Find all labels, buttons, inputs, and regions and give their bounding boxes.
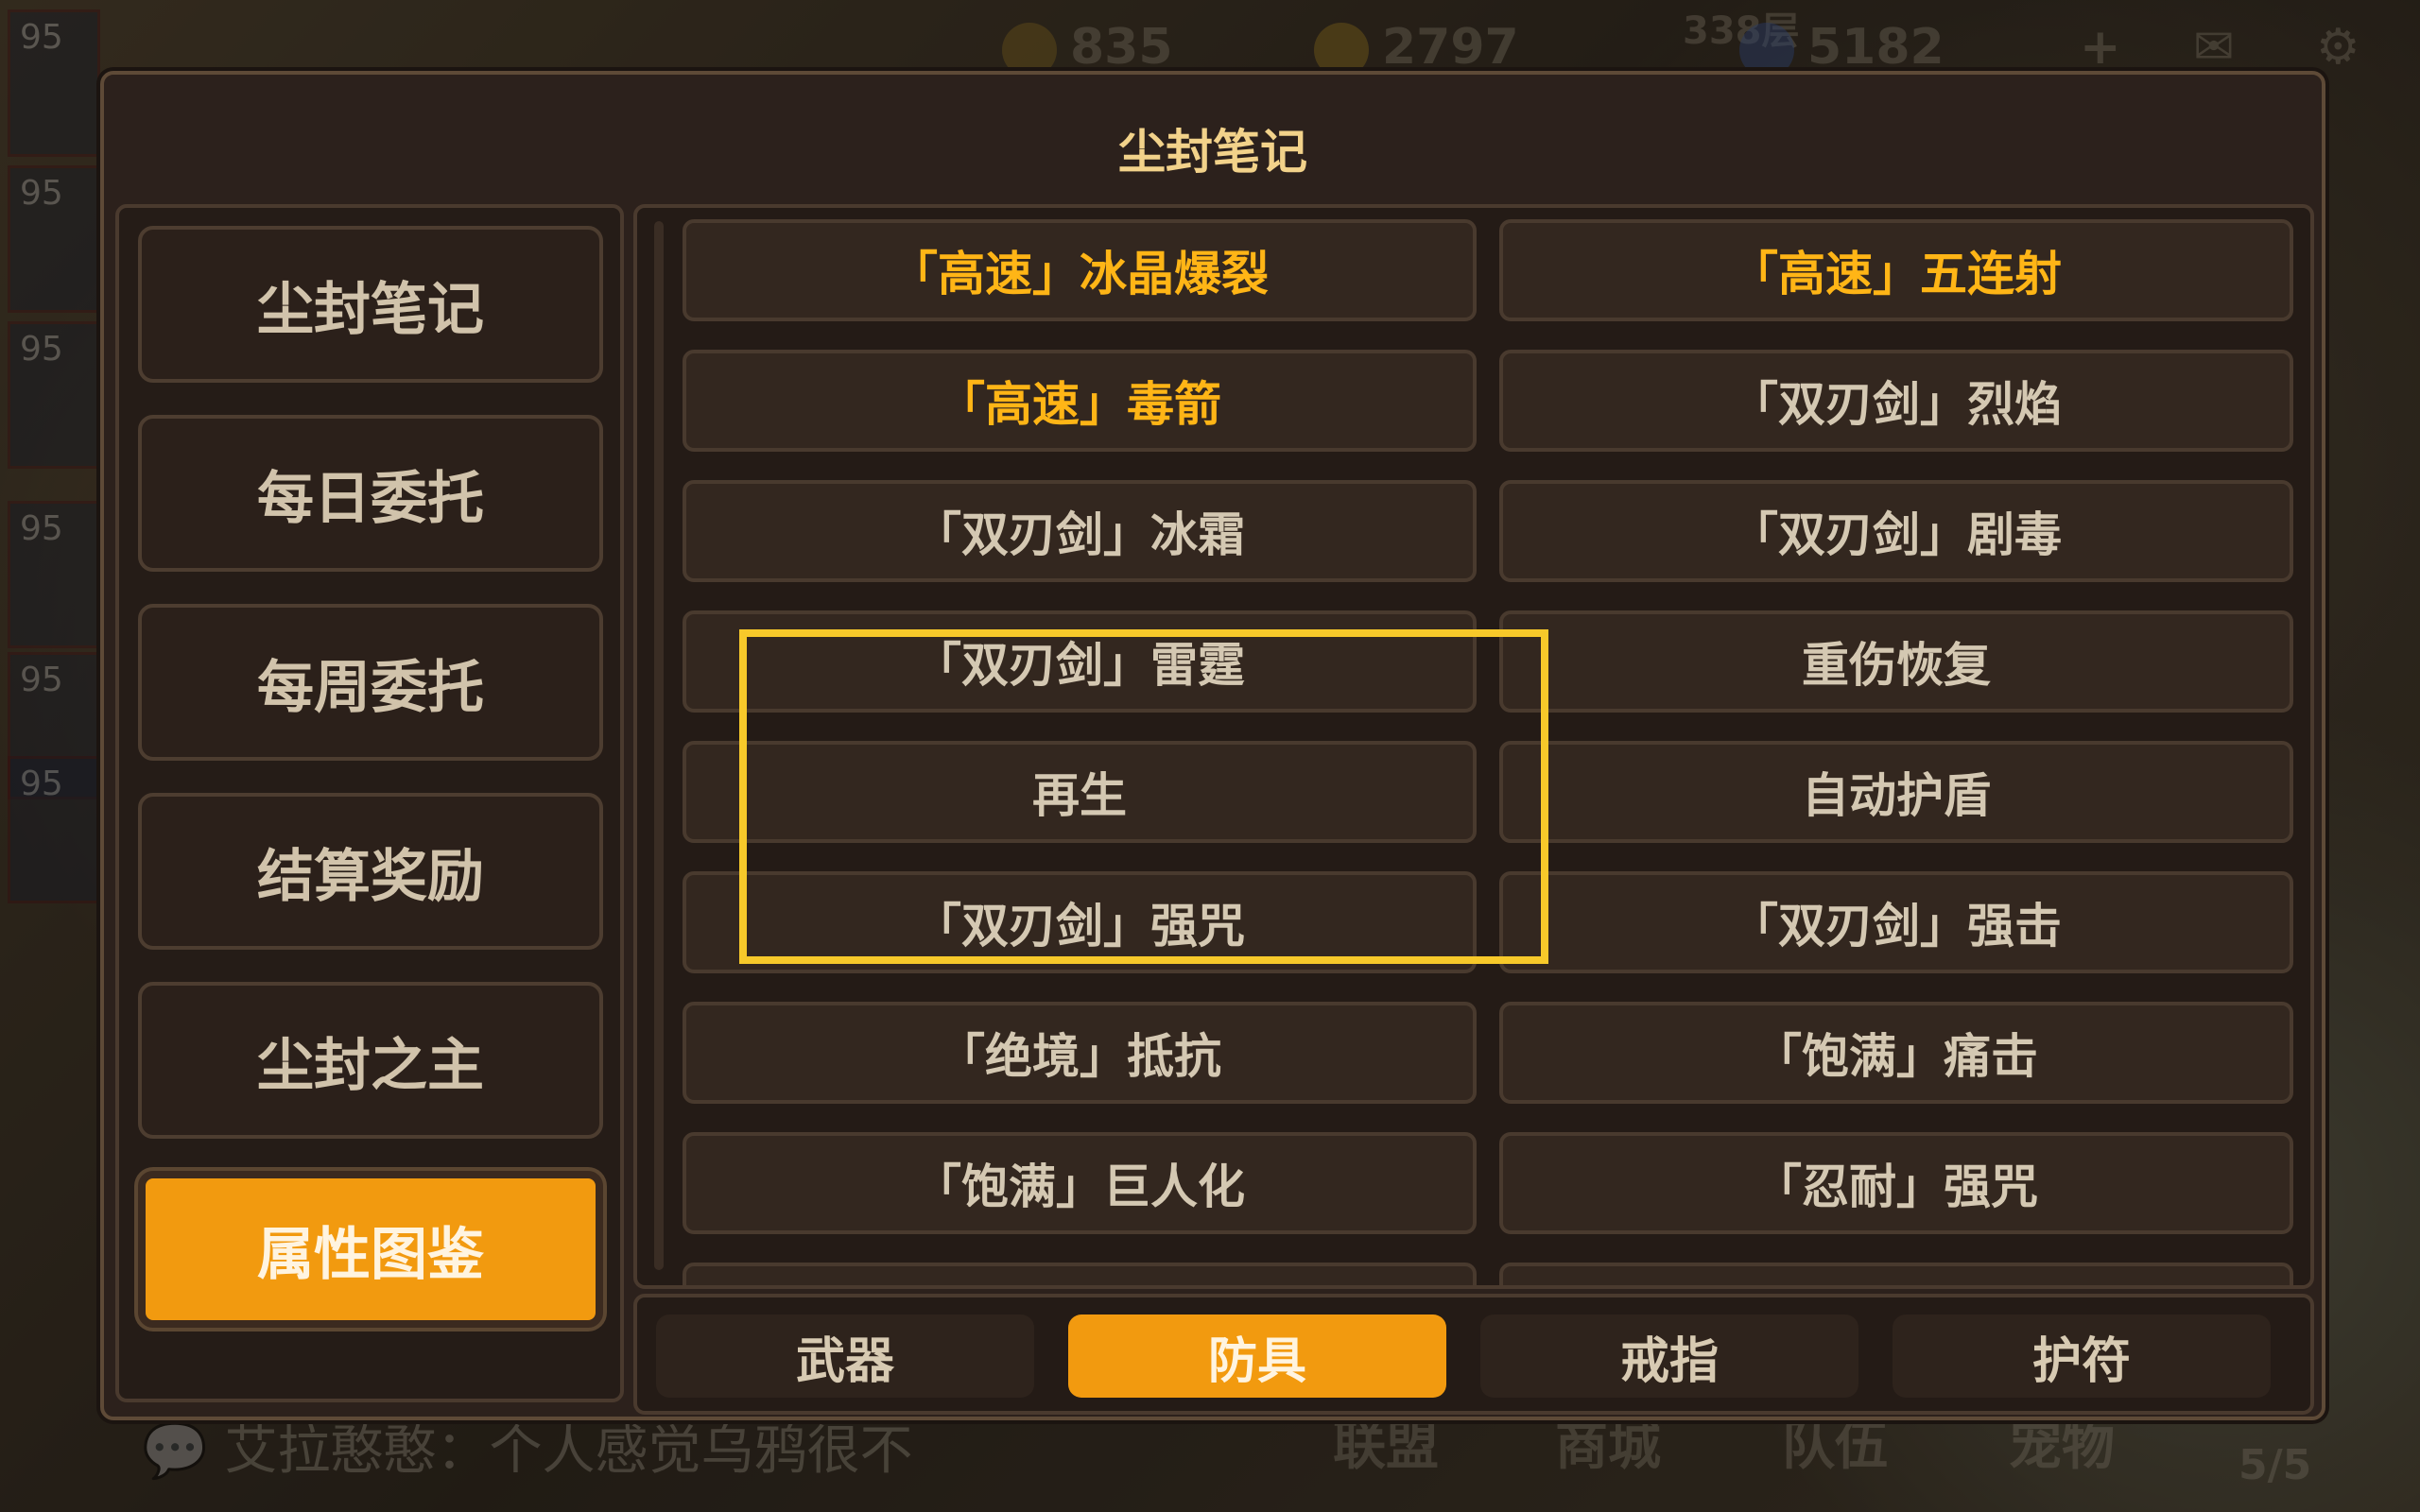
list-item-partial[interactable] (683, 1263, 1477, 1285)
list-item[interactable]: 「忍耐」强咒 (1499, 1132, 2293, 1234)
tab-armor[interactable]: 防具 (1068, 1314, 1446, 1398)
list-item[interactable]: 「双刃剑」冰霜 (683, 480, 1477, 582)
notes-panel: 尘封笔记 尘封笔记 每日委托 每周委托 结算奖励 尘封之主 属性图鉴 「高速」冰… (100, 71, 2325, 1420)
list-item[interactable]: 「双刃剑」强咒 (683, 871, 1477, 973)
list-item[interactable]: 重伤恢复 (1499, 610, 2293, 713)
list-item[interactable]: 「双刃剑」强击 (1499, 871, 2293, 973)
list-item[interactable]: 「双刃剑」烈焰 (1499, 350, 2293, 452)
list-item[interactable]: 「饱满」巨人化 (683, 1132, 1477, 1234)
list-item[interactable]: 「绝境」抵抗 (683, 1002, 1477, 1104)
category-tabs: 武器 防具 戒指 护符 (633, 1294, 2314, 1415)
list-item[interactable]: 「双刃剑」雷霆 (683, 610, 1477, 713)
tab-amulet[interactable]: 护符 (1893, 1314, 2271, 1398)
nav-item-dusty-lord[interactable]: 尘封之主 (138, 982, 603, 1139)
list-item-partial[interactable] (1499, 1263, 2293, 1285)
list-item[interactable]: 「高速」冰晶爆裂 (683, 219, 1477, 321)
list-item[interactable]: 「饱满」痛击 (1499, 1002, 2293, 1104)
nav-item-weekly-quests[interactable]: 每周委托 (138, 604, 603, 761)
list-item[interactable]: 「高速」毒箭 (683, 350, 1477, 452)
attribute-list[interactable]: 「高速」冰晶爆裂 「高速」五连射 「高速」毒箭 「双刃剑」烈焰 「双刃剑」冰霜 … (633, 204, 2314, 1289)
panel-title: 尘封笔记 (1118, 125, 1307, 180)
list-item[interactable]: 再生 (683, 741, 1477, 843)
nav-item-attribute-codex[interactable]: 属性图鉴 (138, 1171, 603, 1328)
nav-item-dusty-notes[interactable]: 尘封笔记 (138, 226, 603, 383)
list-item[interactable]: 自动护盾 (1499, 741, 2293, 843)
side-nav: 尘封笔记 每日委托 每周委托 结算奖励 尘封之主 属性图鉴 (115, 204, 624, 1402)
nav-item-settlement-rewards[interactable]: 结算奖励 (138, 793, 603, 950)
tab-weapon[interactable]: 武器 (656, 1314, 1034, 1398)
nav-item-daily-quests[interactable]: 每日委托 (138, 415, 603, 572)
list-item[interactable]: 「高速」五连射 (1499, 219, 2293, 321)
tab-ring[interactable]: 戒指 (1480, 1314, 1858, 1398)
list-item[interactable]: 「双刃剑」剧毒 (1499, 480, 2293, 582)
scrollbar[interactable] (654, 221, 664, 1270)
